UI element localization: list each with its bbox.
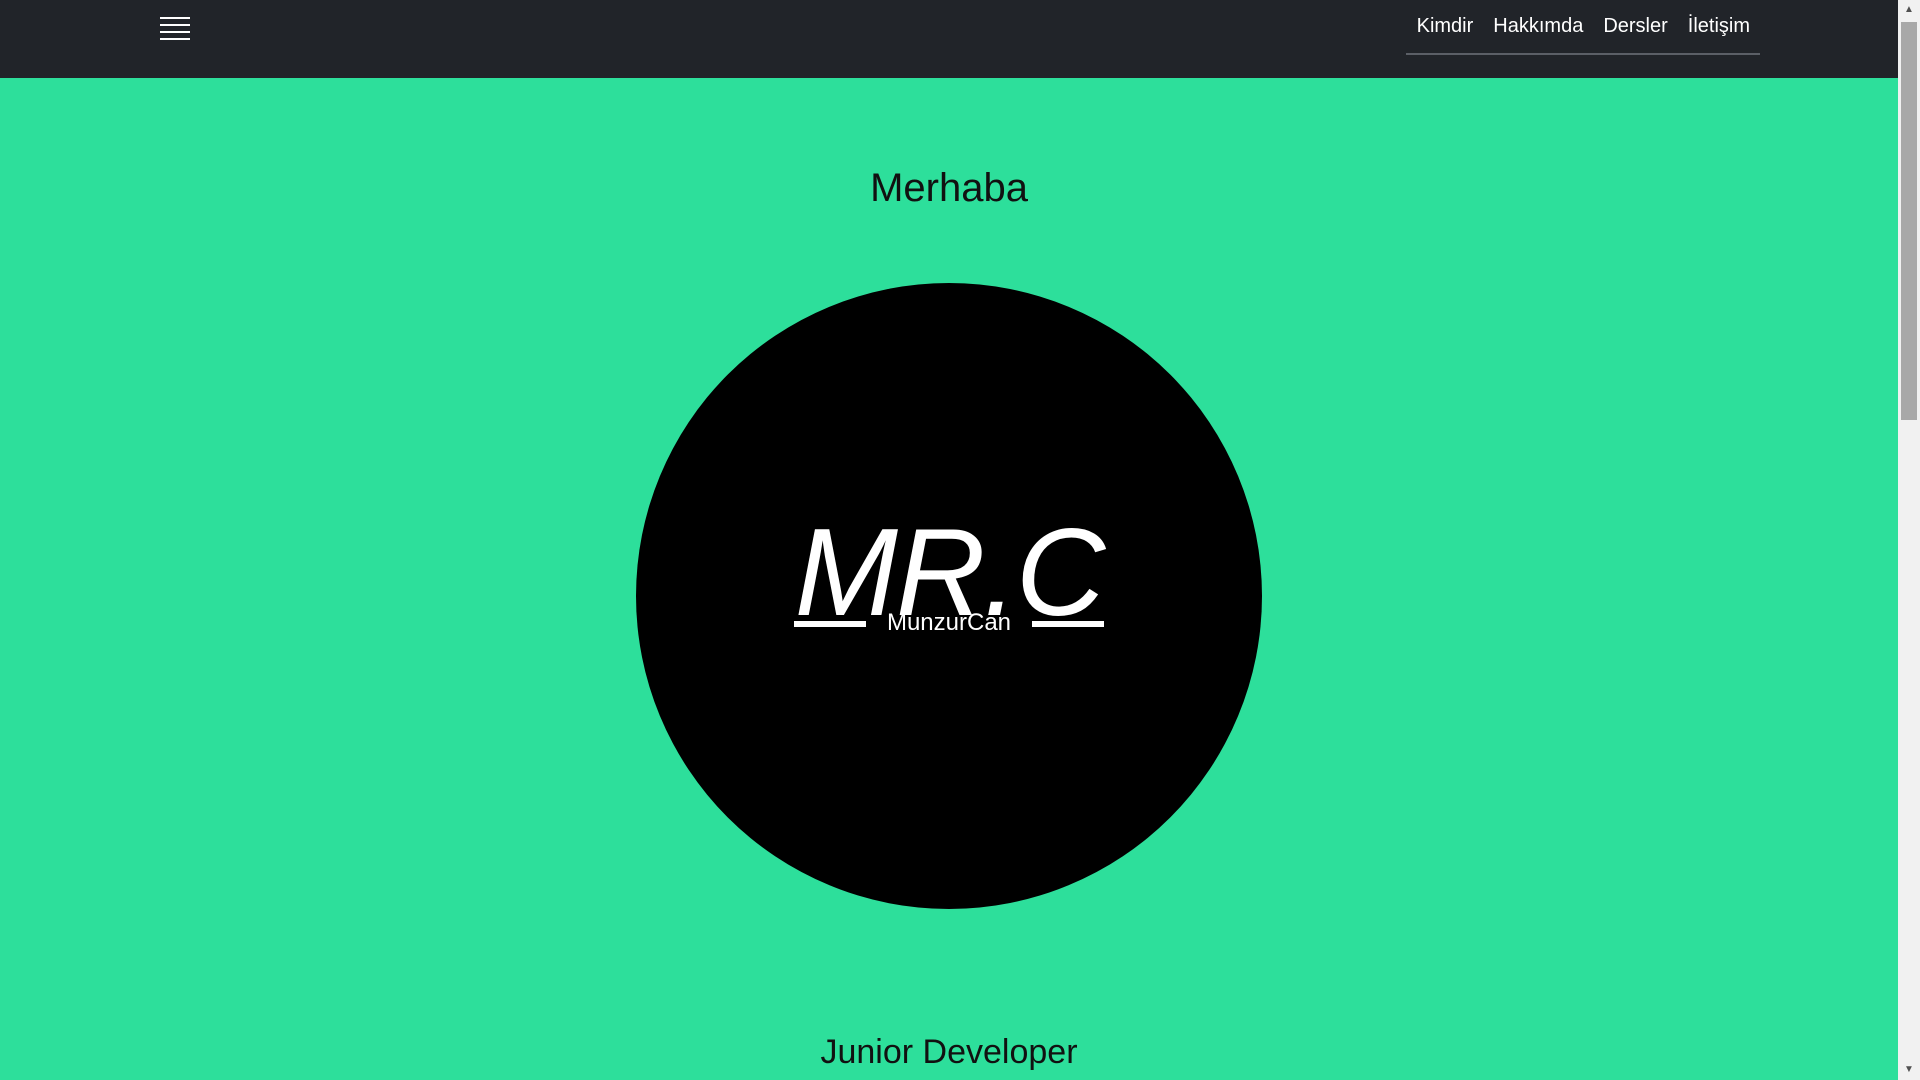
nav-link-dersler[interactable]: Dersler bbox=[1603, 15, 1667, 38]
nav-link-hakkimda[interactable]: Hakkımda bbox=[1493, 15, 1583, 38]
nav-links: Kimdir Hakkımda Dersler İletişim bbox=[1406, 0, 1760, 55]
scroll-down-arrow-icon[interactable]: ▼ bbox=[1898, 1060, 1920, 1080]
scroll-up-arrow-icon[interactable]: ▲ bbox=[1898, 0, 1920, 20]
page-scrollbar[interactable]: ▲ ▼ bbox=[1898, 0, 1920, 1080]
navbar: Kimdir Hakkımda Dersler İletişim bbox=[0, 0, 1898, 78]
hamburger-menu-icon[interactable] bbox=[158, 15, 192, 43]
logo-mark: MR.C MunzurCan bbox=[786, 511, 1112, 651]
greeting-heading: Merhaba bbox=[870, 166, 1028, 210]
nav-link-kimdir[interactable]: Kimdir bbox=[1417, 15, 1474, 38]
nav-link-iletisim[interactable]: İletişim bbox=[1688, 15, 1750, 38]
hero-section: Merhaba MR.C MunzurCan Junior Developer bbox=[0, 78, 1898, 1080]
role-heading: Junior Developer bbox=[820, 1033, 1078, 1071]
scrollbar-thumb[interactable] bbox=[1901, 22, 1917, 420]
logo-circle: MR.C MunzurCan bbox=[636, 283, 1262, 909]
logo-underline-right bbox=[1032, 621, 1104, 627]
